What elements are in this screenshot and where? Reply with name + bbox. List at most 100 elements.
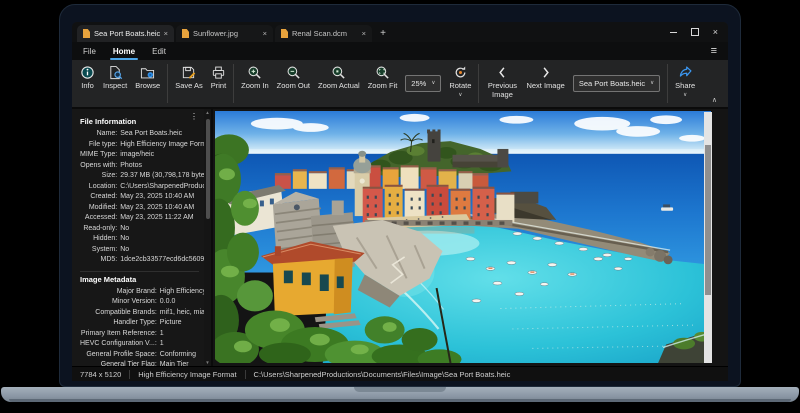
next-image-button[interactable]: Next Image (522, 60, 568, 107)
metadata-row: General Tier Flag: Main Tier (80, 360, 213, 366)
metadata-value: No (117, 234, 213, 245)
metadata-value: C:\Users\SharpenedProductio... (117, 182, 213, 193)
metadata-label: MIME Type: (80, 150, 117, 161)
app-window: Sea Port Boats.heic × Sunflower.jpg × Re… (72, 22, 728, 381)
tab-close-icon[interactable]: × (164, 29, 168, 38)
zoom-in-button[interactable]: Zoom In (237, 60, 273, 107)
scroll-up-icon[interactable]: ▲ (204, 110, 211, 115)
tab-label: Sunflower.jpg (193, 29, 260, 38)
scroll-down-icon[interactable]: ▼ (204, 360, 211, 365)
sidebar-scrollbar[interactable]: ▲ ▼ (204, 109, 211, 366)
window-controls: × (670, 26, 718, 38)
menu-edit[interactable]: Edit (151, 42, 167, 60)
metadata-row: Minor Version: 0.0.0 (80, 297, 213, 308)
metadata-value: 29.37 MB (30,798,178 bytes) (117, 171, 213, 182)
inspect-icon (108, 65, 123, 80)
share-icon (678, 65, 693, 80)
metadata-row: Accessed: May 23, 2025 11:22 AM (80, 213, 213, 224)
image-scrollbar[interactable] (704, 112, 712, 363)
chevron-down-icon: ∨ (683, 93, 687, 99)
metadata-row: Hidden: No (80, 234, 213, 245)
inspect-button[interactable]: Inspect (99, 60, 131, 107)
tab-close-icon[interactable]: × (263, 29, 267, 38)
image-viewer (213, 109, 728, 366)
new-tab-button[interactable]: + (374, 25, 392, 42)
tab[interactable]: Sunflower.jpg × (176, 25, 273, 42)
scrollbar-thumb[interactable] (705, 145, 711, 296)
metadata-label: Hidden: (80, 234, 117, 245)
metadata-label: Opens with: (80, 161, 117, 172)
laptop-mockup: Sea Port Boats.heic × Sunflower.jpg × Re… (0, 0, 800, 413)
info-panel: File Information Name: Sea Port Boats.he… (72, 109, 213, 366)
tab[interactable]: Renal Scan.dcm × (275, 25, 372, 42)
metadata-value: High Efficiency Image Format ... (117, 140, 213, 151)
metadata-label: Compatible Brands: (80, 308, 157, 319)
share-button[interactable]: Share ∨ (671, 60, 699, 107)
browse-icon (140, 65, 155, 80)
photo-canvas (215, 111, 711, 363)
metadata-row: Location: C:\Users\SharpenedProductio... (80, 182, 213, 193)
close-button[interactable]: × (713, 28, 718, 37)
metadata-label: System: (80, 245, 117, 256)
laptop-screen: Sea Port Boats.heic × Sunflower.jpg × Re… (59, 4, 741, 387)
metadata-label: MD5: (80, 255, 117, 266)
print-button[interactable]: Print (207, 60, 230, 107)
collapse-ribbon-icon[interactable]: ∧ (712, 97, 717, 104)
zoom-out-icon (286, 65, 301, 80)
metadata-value: 1dce2cb33577ecd6dc560908e... (117, 255, 213, 266)
metadata-label: Handler Type: (80, 318, 157, 329)
metadata-value: image/heic (117, 150, 213, 161)
zoom-fit-button[interactable]: Zoom Fit (364, 60, 402, 107)
zoom-fit-icon (375, 65, 390, 80)
metadata-label: Name: (80, 129, 117, 140)
image-format: High Efficiency Image Format (130, 370, 244, 379)
chevron-down-icon: ∨ (458, 93, 462, 99)
tab[interactable]: Sea Port Boats.heic × (77, 25, 174, 42)
save-as-button[interactable]: Save As (171, 60, 207, 107)
zoom-actual-button[interactable]: Zoom Actual (314, 60, 364, 107)
metadata-row: Read-only: No (80, 224, 213, 235)
content-area: File Information Name: Sea Port Boats.he… (72, 109, 728, 366)
toolbar: Info Inspect Browse Save As Print (72, 60, 728, 109)
toolbar-separator (167, 64, 168, 103)
metadata-row: Size: 29.37 MB (30,798,178 bytes) (80, 171, 213, 182)
metadata-row: File type: High Efficiency Image Format … (80, 140, 213, 151)
metadata-value: May 23, 2025 11:22 AM (117, 213, 213, 224)
section-title: File Information (80, 117, 199, 126)
zoom-level-dropdown[interactable]: 25%∨ (405, 75, 441, 92)
rotate-icon (453, 65, 468, 80)
toolbar-separator (478, 64, 479, 103)
hamburger-icon[interactable]: ≡ (711, 46, 717, 57)
rotate-button[interactable]: Rotate ∨ (445, 60, 475, 107)
toolbar-separator (667, 64, 668, 103)
file-selector-dropdown[interactable]: Sea Port Boats.heic∨ (573, 75, 660, 92)
maximize-button[interactable] (691, 28, 699, 36)
metadata-label: Location: (80, 182, 117, 193)
chevron-down-icon: ∨ (650, 81, 654, 87)
metadata-label: Modified: (80, 203, 117, 214)
metadata-row: MIME Type: image/heic (80, 150, 213, 161)
metadata-row: Opens with: Photos (80, 161, 213, 172)
metadata-value: Photos (117, 161, 213, 172)
kebab-menu-icon[interactable]: ⋮ (190, 113, 198, 121)
menu-home[interactable]: Home (112, 42, 136, 60)
metadata-row: Created: May 23, 2025 10:40 AM (80, 192, 213, 203)
tab-close-icon[interactable]: × (362, 29, 366, 38)
menu-file[interactable]: File (82, 42, 97, 60)
metadata-label: File type: (80, 140, 117, 151)
metadata-value: May 23, 2025 10:40 AM (117, 192, 213, 203)
metadata-label: Minor Version: (80, 297, 157, 308)
image-dimensions: 7784 x 5120 (72, 370, 129, 379)
zoom-out-button[interactable]: Zoom Out (273, 60, 314, 107)
previous-image-button[interactable]: Previous Image (482, 60, 522, 107)
status-bar: 7784 x 5120 High Efficiency Image Format… (72, 366, 728, 381)
minimize-button[interactable] (670, 32, 677, 33)
photo-area[interactable] (215, 111, 711, 363)
browse-button[interactable]: Browse (131, 60, 164, 107)
chevron-right-icon (538, 65, 553, 80)
metadata-label: HEVC Configuration V...: (80, 339, 157, 350)
info-button[interactable]: Info (76, 60, 99, 107)
toolbar-separator (233, 64, 234, 103)
scrollbar-thumb[interactable] (206, 119, 210, 219)
metadata-row: System: No (80, 245, 213, 256)
